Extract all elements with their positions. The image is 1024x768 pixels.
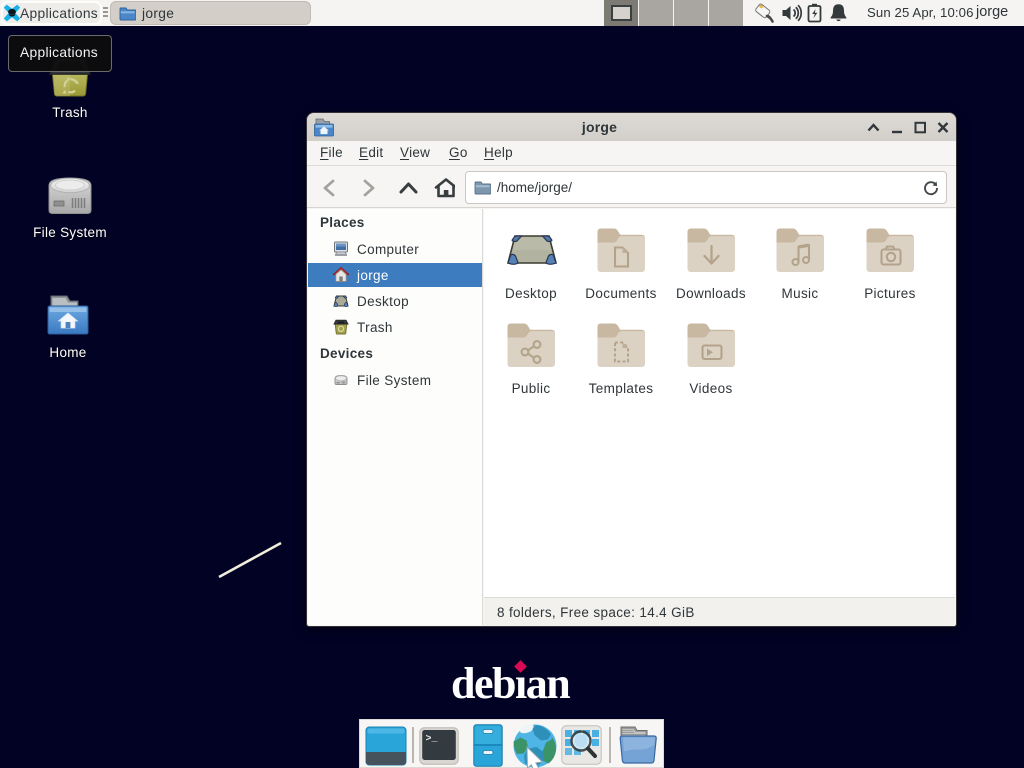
svg-text:>_: >_ (426, 734, 439, 745)
